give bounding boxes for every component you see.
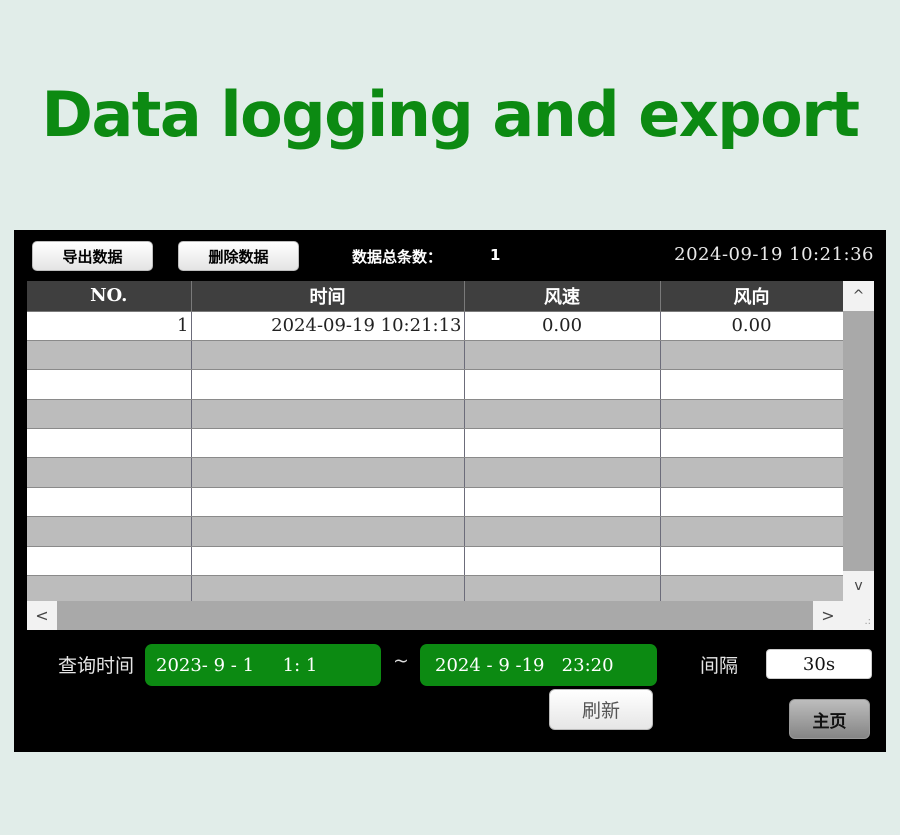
cell-wind-speed [464, 399, 661, 430]
cell-time [191, 428, 465, 459]
range-separator: ~ [393, 650, 409, 672]
cell-wind-speed [464, 369, 661, 400]
column-header-wind-direction[interactable]: 风向 [660, 281, 844, 312]
page-headline: Data logging and export [41, 78, 860, 151]
cell-no [27, 487, 192, 518]
table-row[interactable] [27, 369, 844, 400]
resize-grip-icon: .: [843, 601, 874, 630]
vertical-scrollbar[interactable]: ^ v [843, 281, 874, 601]
cell-wind-speed: 0.00 [464, 311, 661, 341]
cell-time [191, 340, 465, 371]
cell-time [191, 516, 465, 547]
refresh-button[interactable]: 刷新 [549, 689, 653, 730]
current-datetime: 2024-09-19 10:21:36 [674, 244, 874, 265]
total-count-value: 1 [490, 246, 501, 264]
cell-wind-speed [464, 516, 661, 547]
column-header-no[interactable]: NO. [27, 281, 192, 312]
horizontal-scrollbar[interactable]: < > [27, 601, 874, 630]
cell-no: 1 [27, 311, 192, 341]
scroll-up-icon[interactable]: ^ [843, 281, 874, 311]
cell-time [191, 399, 465, 430]
cell-no [27, 399, 192, 430]
cell-wind-direction: 0.00 [660, 311, 844, 341]
cell-wind-direction [660, 369, 844, 400]
cell-time [191, 369, 465, 400]
delete-data-button[interactable]: 删除数据 [178, 241, 299, 271]
cell-wind-speed [464, 457, 661, 488]
home-button[interactable]: 主页 [789, 699, 870, 739]
data-table[interactable]: NO. 时间 风速 风向 1 2024-09-19 10:21:13 0.00 … [27, 281, 874, 630]
cell-wind-direction [660, 340, 844, 371]
table-row[interactable] [27, 428, 844, 459]
column-header-time[interactable]: 时间 [191, 281, 465, 312]
cell-wind-direction [660, 457, 844, 488]
table-row[interactable] [27, 516, 844, 547]
cell-no [27, 369, 192, 400]
interval-label: 间隔 [700, 655, 739, 677]
cell-no [27, 428, 192, 459]
cell-wind-speed [464, 340, 661, 371]
total-count-label: 数据总条数： [352, 248, 443, 266]
cell-time: 2024-09-19 10:21:13 [191, 311, 465, 341]
cell-wind-direction [660, 399, 844, 430]
cell-no [27, 546, 192, 577]
cell-wind-direction [660, 487, 844, 518]
hmi-panel: 导出数据 删除数据 数据总条数： 1 2024-09-19 10:21:36 N… [14, 230, 886, 752]
cell-wind-speed [464, 487, 661, 518]
cell-no [27, 516, 192, 547]
interval-field[interactable]: 30s [766, 649, 872, 679]
data-grid: NO. 时间 风速 风向 1 2024-09-19 10:21:13 0.00 … [27, 281, 844, 606]
cell-wind-speed [464, 546, 661, 577]
cell-time [191, 546, 465, 577]
column-header-wind-speed[interactable]: 风速 [464, 281, 661, 312]
query-time-label: 查询时间 [58, 655, 135, 677]
table-row[interactable] [27, 340, 844, 371]
cell-no [27, 457, 192, 488]
export-data-button[interactable]: 导出数据 [32, 241, 153, 271]
table-row[interactable] [27, 457, 844, 488]
cell-wind-direction [660, 516, 844, 547]
cell-wind-direction [660, 428, 844, 459]
scroll-left-icon[interactable]: < [27, 601, 57, 630]
query-end-time-field[interactable]: 2024 - 9 -19 23:20 [420, 644, 657, 686]
cell-time [191, 487, 465, 518]
table-row[interactable] [27, 546, 844, 577]
cell-time [191, 457, 465, 488]
scroll-down-icon[interactable]: v [843, 571, 874, 601]
table-row[interactable] [27, 487, 844, 518]
table-row[interactable] [27, 399, 844, 430]
cell-no [27, 340, 192, 371]
table-row[interactable]: 1 2024-09-19 10:21:13 0.00 0.00 [27, 311, 844, 341]
query-start-time-field[interactable]: 2023- 9 - 1 1: 1 [145, 644, 381, 686]
cell-wind-direction [660, 546, 844, 577]
cell-wind-speed [464, 428, 661, 459]
scroll-right-icon[interactable]: > [813, 601, 843, 630]
